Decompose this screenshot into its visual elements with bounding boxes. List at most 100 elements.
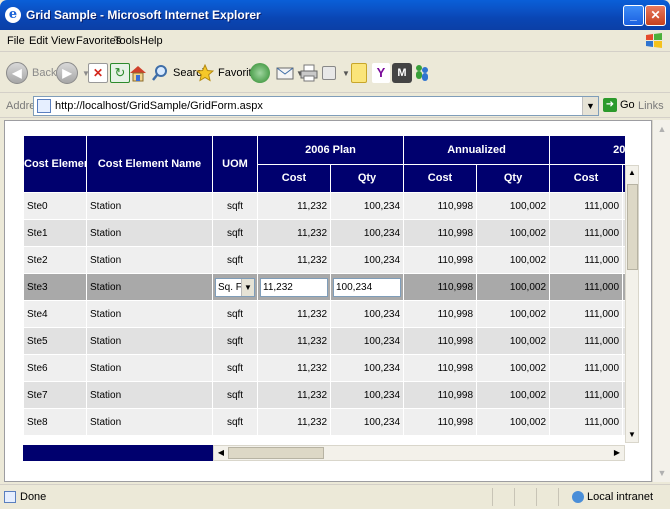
grid-vertical-scroll-thumb[interactable] [627,184,638,270]
cell-annualized-cost[interactable]: 110,998 [403,300,478,328]
cell-plan-qty[interactable]: 100,234 [329,219,405,247]
cell-cost-element-name[interactable]: Station [86,273,213,301]
header-plan-qty[interactable]: Qty [329,163,405,193]
table-row-selected[interactable]: Ste3 Station Sq. Ft ▼ 11,232 100,234 [23,273,625,301]
cell-cost-element-name[interactable]: Station [86,300,213,328]
cell-annualized-qty[interactable]: 100,002 [476,192,551,220]
cell-cost-element-name[interactable]: Station [86,408,213,436]
minimize-button[interactable]: _ [623,5,644,26]
cell-cost-element[interactable]: Ste7 [23,381,87,409]
cell-annualized-cost[interactable]: 110,998 [403,408,478,436]
menu-tools[interactable]: Tools [114,35,140,47]
cell-cost-element[interactable]: Ste6 [23,354,87,382]
address-dropdown-icon[interactable]: ▼ [582,97,598,115]
cell-uom[interactable]: sqft [212,246,258,274]
cell-2005-cost[interactable]: 111,000 [549,219,624,247]
cell-annualized-qty[interactable]: 100,002 [476,381,551,409]
chevron-down-icon[interactable]: ▼ [241,278,254,296]
cell-annualized-cost[interactable]: 110,998 [403,327,478,355]
cell-uom[interactable]: sqft [212,192,258,220]
header-2006-plan[interactable]: 2006 Plan [256,135,405,165]
header-annualized-qty[interactable]: Qty [476,163,551,193]
grid-horizontal-scroll-thumb[interactable] [228,447,324,459]
cell-annualized-qty[interactable]: 100,002 [476,408,551,436]
header-2005-cost[interactable]: Cost [549,163,624,193]
table-row[interactable]: Ste0 Station sqft 11,232 100,234 110,998… [23,192,625,220]
plan-cost-input[interactable]: 11,232 [260,277,328,297]
table-row[interactable]: Ste2 Station sqft 11,232 100,234 110,998… [23,246,625,274]
cell-annualized-qty[interactable]: 100,002 [476,354,551,382]
cell-plan-cost[interactable]: 11,232 [257,219,331,247]
cell-plan-cost[interactable]: 11,232 [257,327,331,355]
menu-help[interactable]: Help [140,35,163,47]
cell-annualized-cost[interactable]: 110,998 [403,273,478,301]
cell-annualized-qty[interactable]: 100,002 [476,219,551,247]
cell-cost-element[interactable]: Ste2 [23,246,87,274]
cell-cost-element-name[interactable]: Station [86,246,213,274]
cell-uom[interactable]: sqft [212,408,258,436]
cell-plan-qty[interactable]: 100,234 [329,408,405,436]
go-button[interactable]: ➜ Go [603,98,635,112]
scroll-up-icon[interactable]: ▲ [626,166,638,180]
cell-annualized-cost[interactable]: 110,998 [403,354,478,382]
note-button[interactable] [351,59,367,87]
cell-cost-element[interactable]: Ste8 [23,408,87,436]
cell-annualized-qty[interactable]: 100,002 [476,327,551,355]
print-button[interactable] [300,59,318,87]
plan-qty-input[interactable]: 100,234 [333,277,401,297]
cell-cost-element-name[interactable]: Station [86,327,213,355]
scroll-left-icon[interactable]: ◀ [214,446,228,460]
header-uom[interactable]: UOM [212,135,258,193]
cell-cost-element-name[interactable]: Station [86,354,213,382]
cell-2005-cost[interactable]: 111,000 [549,246,624,274]
stop-button[interactable]: ✕ [88,59,108,87]
cell-cost-element[interactable]: Ste5 [23,327,87,355]
cell-plan-qty[interactable]: 100,234 [329,300,405,328]
cell-2005-cost[interactable]: 111,000 [549,381,624,409]
header-annualized[interactable]: Annualized [403,135,551,165]
cell-annualized-cost[interactable]: 110,998 [403,192,478,220]
cell-plan-cost[interactable]: 11,232 [257,192,331,220]
page-scroll-up-icon[interactable]: ▲ [655,122,669,136]
page-scroll-down-icon[interactable]: ▼ [655,466,669,480]
cell-uom[interactable]: sqft [212,327,258,355]
table-row[interactable]: Ste8 Station sqft 11,232 100,234 110,998… [23,408,625,436]
cell-cost-element-name[interactable]: Station [86,192,213,220]
header-annualized-cost[interactable]: Cost [403,163,478,193]
cell-uom[interactable]: sqft [212,219,258,247]
cell-annualized-qty[interactable]: 100,002 [476,246,551,274]
cell-plan-cost[interactable]: 11,232 [257,408,331,436]
forward-button[interactable]: ▶ ▼ [56,59,90,87]
header-cost-element[interactable]: Cost Element [23,135,87,193]
yahoo-button[interactable]: Y [372,59,390,87]
links-button[interactable]: Links [638,100,664,112]
cell-2005-cost[interactable]: 111,000 [549,273,624,301]
cell-uom[interactable]: sqft [212,381,258,409]
refresh-button[interactable]: ↻ [110,59,130,87]
cell-plan-cost[interactable]: 11,232 [257,300,331,328]
header-cost-element-name[interactable]: Cost Element Name [86,135,213,193]
cell-uom[interactable]: sqft [212,354,258,382]
grid-horizontal-scrollbar[interactable]: ◀ ▶ [213,445,625,461]
cell-2005-cost[interactable]: 111,000 [549,354,624,382]
cell-annualized-cost[interactable]: 110,998 [403,219,478,247]
cell-cost-element-name[interactable]: Station [86,219,213,247]
edit-button[interactable]: ▼ [322,59,350,87]
cell-cost-element[interactable]: Ste0 [23,192,87,220]
scroll-down-icon[interactable]: ▼ [626,428,638,442]
cell-plan-cost[interactable]: 11,232 [257,354,331,382]
cell-plan-qty[interactable]: 100,234 [329,327,405,355]
cell-cost-element[interactable]: Ste3 [23,273,87,301]
cell-plan-qty[interactable]: 100,234 [329,381,405,409]
uom-select[interactable]: Sq. Ft ▼ [215,277,255,297]
cell-plan-qty[interactable]: 100,234 [329,354,405,382]
header-plan-cost[interactable]: Cost [257,163,331,193]
table-row[interactable]: Ste6 Station sqft 11,232 100,234 110,998… [23,354,625,382]
cell-cost-element[interactable]: Ste4 [23,300,87,328]
table-row[interactable]: Ste5 Station sqft 11,232 100,234 110,998… [23,327,625,355]
grid-vertical-scrollbar[interactable]: ▲ ▼ [625,165,639,443]
table-row[interactable]: Ste1 Station sqft 11,232 100,234 110,998… [23,219,625,247]
cell-uom[interactable]: sqft [212,300,258,328]
cell-2005-cost[interactable]: 111,000 [549,192,624,220]
media-button[interactable] [250,59,270,87]
